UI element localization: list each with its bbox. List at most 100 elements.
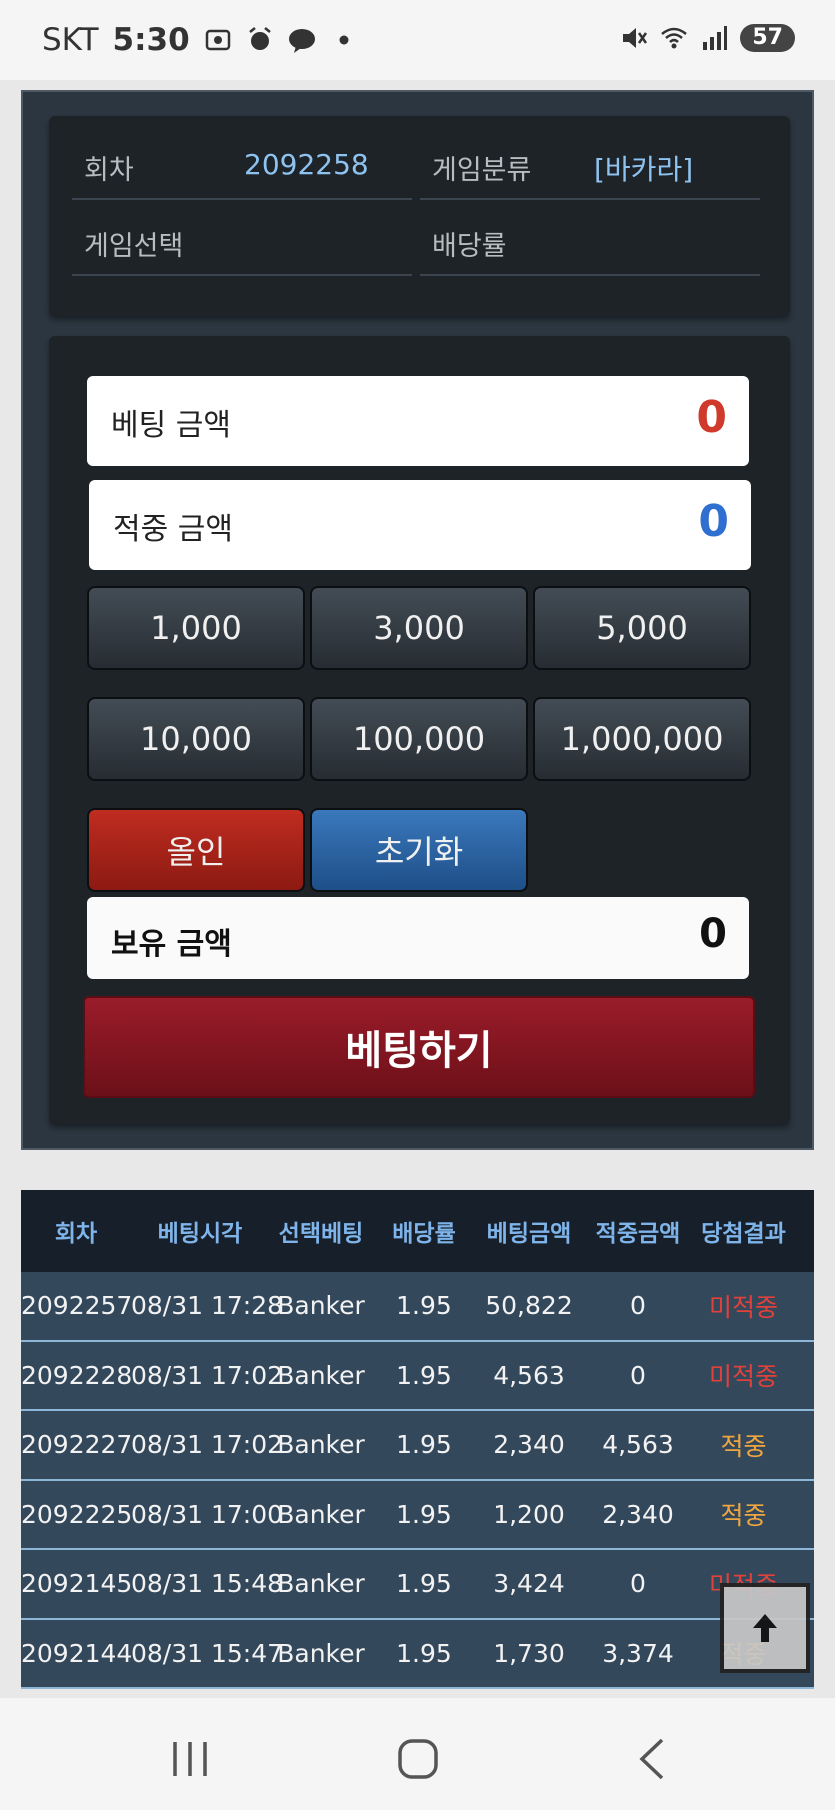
table-row: 209214408/31 15:47Banker1.951,7303,374적중 — [21, 1619, 814, 1689]
chip-3000-button[interactable]: 3,000 — [310, 586, 528, 670]
category-label: 게임분류 — [432, 155, 532, 186]
table-row: 2092227 08/31 17:02 Banker 1.95 2,340 4,563 적중 — [21, 1411, 814, 1481]
cell-odds: 1.95 — [396, 1430, 452, 1460]
scroll-to-top-button[interactable] — [720, 1583, 810, 1673]
win-amount-value: 0 — [698, 496, 729, 547]
bet-history-table: 회차 베팅시각 선택베팅 배당률 베팅금액 적중금액 당첨결과 2092257 0… — [21, 1190, 814, 1689]
place-bet-button[interactable]: 베팅하기 — [83, 996, 755, 1098]
carrier-label: SKT — [42, 22, 99, 58]
back-button[interactable] — [628, 1736, 678, 1782]
category-cell: 게임분류 [바카라] — [420, 130, 760, 200]
cell-bet-amount: 2,340 — [493, 1430, 565, 1460]
cell-selection: Banker — [277, 1430, 365, 1460]
betting-panel: 회차 2092258 게임분류 [바카라] 게임선택 배당률 베팅 금액 0 적… — [21, 90, 814, 1150]
recent-apps-button[interactable] — [165, 1736, 215, 1782]
bet-amount-label: 베팅 금액 — [111, 408, 231, 443]
cell-odds: 1.95 — [396, 1291, 452, 1321]
holding-amount-row: 보유 금액 0 — [87, 897, 749, 979]
cell-time: 08/31 17:28 — [131, 1291, 284, 1321]
column-header-bet-amount: 베팅금액 — [486, 1221, 572, 1247]
bet-amount-row: 베팅 금액 0 — [87, 376, 749, 466]
odds-cell: 배당률 — [420, 206, 760, 276]
cell-selection: Banker — [277, 1291, 365, 1321]
cell-result: 미적중 — [708, 1292, 778, 1322]
holding-amount-value: 0 — [699, 911, 727, 957]
bet-amount-value: 0 — [696, 392, 727, 443]
back-icon — [639, 1738, 664, 1780]
cell-time: 08/31 17:02 — [131, 1360, 284, 1390]
round-label: 회차 — [84, 155, 134, 186]
alarm-icon — [246, 26, 274, 54]
game-select-cell: 게임선택 — [72, 206, 412, 276]
navigation-bar — [0, 1698, 835, 1810]
category-value: [바카라] — [594, 153, 694, 186]
chip-1000000-button[interactable]: 1,000,000 — [533, 697, 751, 781]
cell-win-amount: 4,563 — [602, 1430, 674, 1460]
cell-win-amount: 2,340 — [602, 1499, 674, 1529]
kakaotalk-icon — [288, 26, 316, 54]
cell-odds: 1.95 — [396, 1569, 452, 1599]
cell-odds: 1.95 — [396, 1360, 452, 1390]
reset-button[interactable]: 초기화 — [310, 808, 528, 892]
column-header-odds: 배당률 — [392, 1221, 456, 1247]
table-row: 2092257 08/31 17:28 Banker 1.95 50,822 0 미적중 — [21, 1272, 814, 1342]
cell-time: 08/31 17:02 — [131, 1430, 284, 1460]
cell-round: 2092228 — [21, 1360, 133, 1390]
screenshot-icon — [204, 26, 232, 54]
cell-bet-amount: 1,200 — [493, 1499, 565, 1529]
chip-100000-button[interactable]: 100,000 — [310, 697, 528, 781]
holding-amount-label: 보유 금액 — [111, 927, 232, 962]
chip-5000-button[interactable]: 5,000 — [533, 586, 751, 670]
home-button[interactable] — [393, 1736, 443, 1782]
column-header-selection: 선택베팅 — [278, 1221, 364, 1247]
cell-time: 08/31 15:47 — [131, 1638, 284, 1668]
cell-win-amount: 3,374 — [602, 1638, 674, 1668]
column-header-round: 회차 — [54, 1221, 98, 1247]
cell-win-amount: 0 — [630, 1360, 646, 1390]
cell-odds: 1.95 — [396, 1499, 452, 1529]
cell-bet-amount: 4,563 — [493, 1360, 565, 1390]
signal-icon — [700, 24, 728, 52]
recent-apps-icon — [173, 1742, 207, 1776]
cell-round: 2092227 — [21, 1430, 133, 1460]
cell-odds: 1.95 — [396, 1638, 452, 1668]
cell-result: 미적중 — [708, 1362, 778, 1392]
cell-round: 2092145 — [21, 1569, 133, 1599]
cell-selection: Banker — [277, 1360, 365, 1390]
table-row: 209214508/31 15:48Banker1.953,4240미적중 — [21, 1550, 814, 1620]
clock: 5:30 — [112, 22, 190, 58]
battery-indicator: 57 — [740, 24, 795, 52]
bet-form: 베팅 금액 0 적중 금액 0 1,000 3,000 5,000 10,000… — [49, 336, 790, 1124]
cell-result: 적중 — [720, 1501, 767, 1531]
cell-selection: Banker — [277, 1499, 365, 1529]
column-header-win-amount: 적중금액 — [595, 1221, 681, 1247]
wifi-icon — [660, 24, 688, 52]
status-bar: SKT 5:30 57 — [0, 0, 835, 80]
win-amount-row: 적중 금액 0 — [89, 480, 751, 570]
column-header-time: 베팅시각 — [157, 1221, 243, 1247]
chip-1000-button[interactable]: 1,000 — [87, 586, 305, 670]
table-header: 회차 베팅시각 선택베팅 배당률 베팅금액 적중금액 당첨결과 — [21, 1190, 814, 1272]
cell-round: 2092225 — [21, 1499, 133, 1529]
table-row: 2092225 08/31 17:00 Banker 1.95 1,200 2,340 적중 — [21, 1480, 814, 1550]
column-header-result: 당첨결과 — [701, 1221, 786, 1247]
chip-10000-button[interactable]: 10,000 — [87, 697, 305, 781]
cell-round: 2092144 — [21, 1638, 133, 1668]
cell-win-amount: 0 — [630, 1569, 646, 1599]
cell-result: 적중 — [720, 1431, 767, 1461]
cell-time: 08/31 17:00 — [131, 1499, 284, 1529]
cell-time: 08/31 15:48 — [131, 1569, 284, 1599]
arrow-up-icon — [753, 1614, 777, 1642]
cell-bet-amount: 50,822 — [485, 1291, 573, 1321]
cell-round: 2092257 — [21, 1291, 133, 1321]
mute-icon — [620, 24, 648, 52]
cell-win-amount: 0 — [630, 1291, 646, 1321]
cell-selection: Banker — [277, 1638, 365, 1668]
cell-bet-amount: 1,730 — [493, 1638, 565, 1668]
notification-dot-icon — [330, 26, 358, 54]
round-cell: 회차 2092258 — [72, 130, 412, 200]
odds-label: 배당률 — [432, 231, 507, 262]
all-in-button[interactable]: 올인 — [87, 808, 305, 892]
win-amount-label: 적중 금액 — [113, 512, 233, 547]
table-row: 2092228 08/31 17:02 Banker 1.95 4,563 0 미적중 — [21, 1341, 814, 1411]
